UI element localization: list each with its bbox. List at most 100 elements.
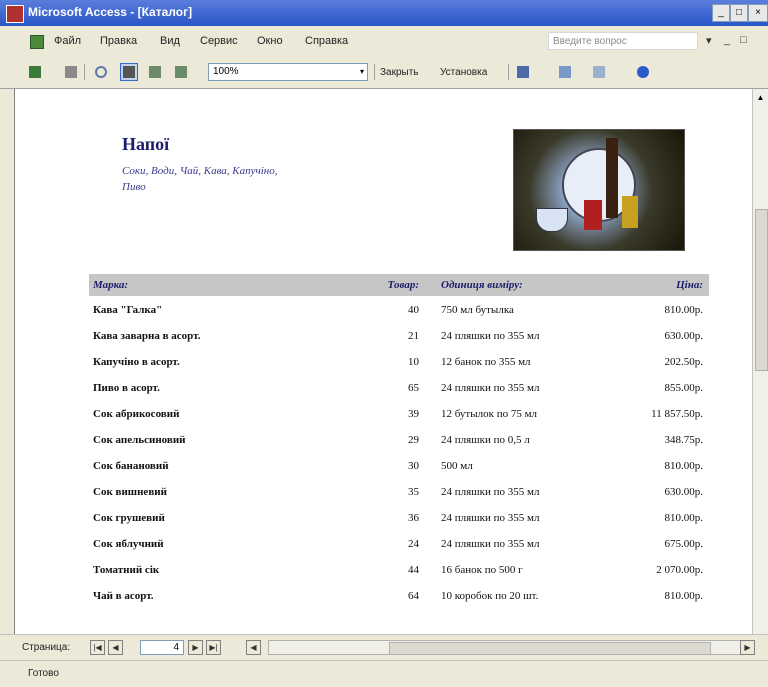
table-row: Томатний сік 44 16 банок по 500 г 2 070.… [89, 559, 709, 585]
report-title: Напої [122, 134, 170, 154]
row-qty: 21 [408, 330, 419, 342]
scroll-up-icon[interactable]: ▲ [754, 91, 767, 104]
row-price: 11 857.50р. [651, 408, 703, 420]
row-qty: 44 [408, 564, 419, 576]
row-price: 2 070.00р. [656, 564, 703, 576]
zoom-select[interactable]: 100% ▾ [208, 63, 368, 81]
table-row: Чай в асорт. 64 10 коробок по 20 шт. 810… [89, 585, 709, 611]
row-qty: 39 [408, 408, 419, 420]
title-bar: Microsoft Access - [Каталог] _ □ × [0, 0, 768, 26]
table-row: Капучіно в асорт. 10 12 банок по 355 мл … [89, 351, 709, 377]
close-button[interactable]: × [748, 4, 768, 22]
report-description: Соки, Води, Чай, Кава, Капучіно, Пиво [122, 165, 278, 193]
horizontal-scroll-thumb[interactable] [389, 642, 711, 655]
menu-edit[interactable]: Правка [100, 35, 137, 47]
page-setup-button[interactable]: Установка [440, 67, 487, 78]
minimize-button[interactable]: _ [712, 4, 730, 22]
row-name: Сок яблучний [93, 538, 164, 550]
row-name: Капучіно в асорт. [93, 356, 180, 368]
scroll-right-button[interactable]: ▶ [740, 640, 755, 655]
zoom-icon[interactable] [92, 63, 110, 81]
menu-view[interactable]: Вид [160, 35, 180, 47]
table-row: Кава заварна в асорт. 21 24 пляшки по 35… [89, 325, 709, 351]
row-name: Пиво в асорт. [93, 382, 160, 394]
row-unit: 500 мл [441, 460, 473, 472]
last-page-button[interactable]: ▶| [206, 640, 221, 655]
row-name: Кава заварна в асорт. [93, 330, 201, 342]
row-name: Сок банановий [93, 460, 169, 472]
first-page-button[interactable]: |◀ [90, 640, 105, 655]
scroll-left-button[interactable]: ◀ [246, 640, 261, 655]
toolbar-separator [508, 64, 509, 80]
row-price: 675.00р. [664, 538, 704, 550]
row-qty: 24 [408, 538, 419, 550]
help-question-input[interactable]: Введите вопрос [548, 32, 698, 50]
database-window-icon[interactable] [556, 63, 574, 81]
table-row: Кава "Галка" 40 750 мл бутылка 810.00р. [89, 299, 709, 325]
row-qty: 65 [408, 382, 419, 394]
row-name: Сок апельсиновий [93, 434, 186, 446]
report-page: Напої Соки, Води, Чай, Кава, Капучіно, П… [14, 89, 753, 634]
menu-file[interactable]: Файл [54, 35, 81, 47]
status-bar: Готово [0, 660, 768, 687]
row-qty: 10 [408, 356, 419, 368]
menu-tools[interactable]: Сервис [200, 35, 238, 47]
menu-help[interactable]: Справка [305, 35, 348, 47]
close-preview-button[interactable]: Закрыть [380, 67, 419, 78]
next-page-button[interactable]: ▶ [188, 640, 203, 655]
previous-page-button[interactable]: ◀ [108, 640, 123, 655]
row-unit: 12 банок по 355 мл [441, 356, 531, 368]
row-qty: 64 [408, 590, 419, 602]
table-row: Сок банановий 30 500 мл 810.00р. [89, 455, 709, 481]
column-brand: Марка: [93, 279, 129, 291]
document-restore-button[interactable]: □ [740, 34, 747, 46]
row-unit: 16 банок по 500 г [441, 564, 523, 576]
table-row: Сок грушевий 36 24 пляшки по 355 мл 810.… [89, 507, 709, 533]
column-unit: Одиниця виміру: [441, 279, 523, 291]
row-unit: 12 бутылок по 75 мл [441, 408, 538, 420]
row-price: 630.00р. [664, 486, 704, 498]
row-price: 810.00р. [664, 460, 704, 472]
table-header: Марка: Товар: Одиниця виміру: Ціна: [89, 274, 709, 296]
help-dropdown-icon[interactable]: ▾ [706, 34, 712, 47]
row-unit: 24 пляшки по 355 мл [441, 486, 540, 498]
vertical-scroll-thumb[interactable] [755, 209, 768, 371]
table-row: Сок вишневий 35 24 пляшки по 355 мл 630.… [89, 481, 709, 507]
row-name: Сок грушевий [93, 512, 165, 524]
new-object-icon[interactable] [590, 63, 608, 81]
horizontal-scrollbar[interactable] [268, 640, 752, 655]
row-price: 855.00р. [664, 382, 704, 394]
restore-button[interactable]: □ [730, 4, 748, 22]
two-pages-icon[interactable] [146, 63, 164, 81]
row-unit: 750 мл бутылка [441, 304, 514, 316]
row-name: Чай в асорт. [93, 590, 154, 602]
row-unit: 10 коробок по 20 шт. [441, 590, 539, 602]
report-window-icon[interactable] [30, 35, 44, 49]
access-window: Microsoft Access - [Каталог] _ □ × Файл … [0, 0, 768, 687]
row-price: 810.00р. [664, 590, 704, 602]
view-icon[interactable] [26, 63, 44, 81]
multiple-pages-icon[interactable] [172, 63, 190, 81]
row-unit: 24 пляшки по 355 мл [441, 538, 540, 550]
help-icon[interactable] [634, 63, 652, 81]
row-unit: 24 пляшки по 355 мл [441, 382, 540, 394]
row-price: 630.00р. [664, 330, 704, 342]
row-name: Томатний сік [93, 564, 160, 576]
row-price: 810.00р. [664, 512, 704, 524]
row-unit: 24 пляшки по 355 мл [441, 512, 540, 524]
row-qty: 40 [408, 304, 419, 316]
one-page-icon[interactable] [120, 63, 138, 81]
page-label: Страница: [22, 642, 71, 653]
row-unit: 24 пляшки по 355 мл [441, 330, 540, 342]
document-minimize-button[interactable]: _ [724, 34, 730, 46]
table-row: Пиво в асорт. 65 24 пляшки по 355 мл 855… [89, 377, 709, 403]
print-icon[interactable] [62, 63, 80, 81]
office-links-icon[interactable] [514, 63, 532, 81]
chevron-down-icon: ▾ [359, 67, 364, 76]
vertical-scrollbar[interactable]: ▲ [752, 89, 768, 634]
menu-window[interactable]: Окно [257, 35, 283, 47]
page-number-input[interactable]: 4 [140, 640, 184, 655]
row-qty: 29 [408, 434, 419, 446]
column-price: Ціна: [676, 279, 703, 291]
row-name: Сок вишневий [93, 486, 167, 498]
